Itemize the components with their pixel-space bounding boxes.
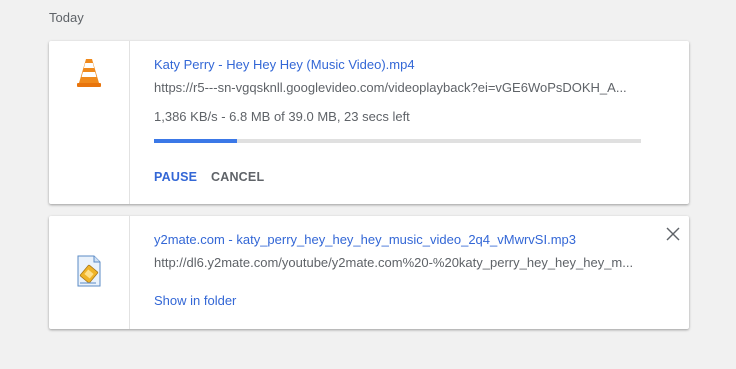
download-progress-fill: [154, 139, 237, 143]
show-in-folder-link[interactable]: Show in folder: [154, 293, 236, 308]
download-progress-bar: [154, 139, 641, 143]
download-filename-link[interactable]: y2mate.com - katy_perry_hey_hey_hey_musi…: [154, 232, 576, 247]
section-label-today: Today: [49, 10, 84, 25]
download-item: Katy Perry - Hey Hey Hey (Music Video).m…: [49, 41, 689, 204]
download-item: y2mate.com - katy_perry_hey_hey_hey_musi…: [49, 216, 689, 329]
file-icon-column: [49, 41, 130, 204]
pause-button[interactable]: PAUSE: [154, 170, 197, 184]
download-status: 1,386 KB/s - 6.8 MB of 39.0 MB, 23 secs …: [154, 109, 410, 124]
file-icon-column: [49, 216, 130, 329]
download-url: http://dl6.y2mate.com/youtube/y2mate.com…: [154, 255, 634, 270]
cancel-button[interactable]: CANCEL: [211, 170, 264, 184]
download-url: https://r5---sn-vgqsknll.googlevideo.com…: [154, 80, 627, 95]
vlc-cone-icon: [77, 59, 101, 87]
audio-file-icon: [77, 255, 101, 287]
close-icon[interactable]: [665, 226, 681, 242]
download-filename-link[interactable]: Katy Perry - Hey Hey Hey (Music Video).m…: [154, 57, 415, 72]
